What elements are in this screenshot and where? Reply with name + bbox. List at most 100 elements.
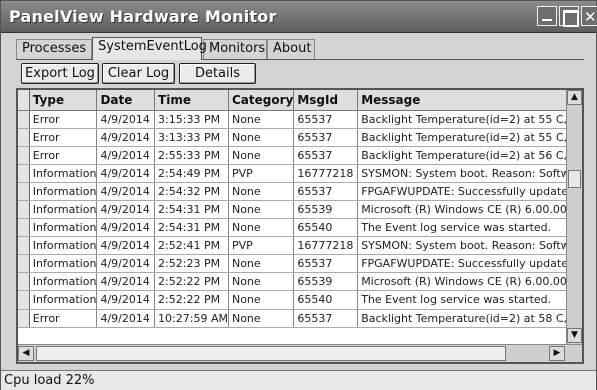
row-header[interactable] — [18, 218, 30, 238]
horizontal-scroll-thumb[interactable] — [36, 346, 506, 361]
cell-category: None — [228, 110, 295, 129]
horizontal-scrollbar[interactable]: ◀ ▶ — [18, 344, 582, 362]
maximize-button[interactable] — [559, 6, 579, 27]
table-body: Error 4/9/2014 3:15:33 PM None 65537 Backligh… — [18, 110, 582, 328]
cell-msgid: 65537 — [293, 309, 359, 328]
minimize-button[interactable] — [537, 6, 557, 26]
cell-type: Information — [29, 218, 98, 238]
column-header-msgid[interactable]: MsgId — [293, 90, 359, 111]
row-header[interactable] — [18, 110, 30, 129]
cell-category: PVP — [228, 164, 295, 183]
cell-message: Backlight Temperature(id=2) at 56 C, — [357, 146, 582, 165]
scroll-up-arrow-icon[interactable]: ▲ — [567, 90, 582, 105]
row-header-corner — [18, 90, 30, 111]
cell-time: 2:52:22 PM — [154, 272, 229, 292]
cell-date: 4/9/2014 — [96, 146, 156, 165]
cell-message: Backlight Temperature(id=2) at 55 C, — [357, 128, 582, 147]
column-header-date[interactable]: Date — [96, 90, 156, 111]
cell-msgid: 65537 — [293, 182, 359, 201]
row-header[interactable] — [18, 236, 30, 256]
cell-date: 4/9/2014 — [96, 128, 156, 147]
row-header[interactable] — [18, 309, 30, 328]
row-header[interactable] — [18, 128, 30, 147]
cell-time: 2:52:23 PM — [154, 254, 229, 274]
cell-category: None — [228, 182, 295, 201]
vertical-scroll-thumb[interactable] — [568, 170, 581, 188]
table-row[interactable]: Information 4/9/2014 2:52:22 PM None 65540 Th… — [18, 290, 582, 310]
details-button[interactable]: Details — [179, 63, 256, 84]
cell-category: None — [228, 200, 295, 220]
close-button[interactable] — [581, 6, 597, 27]
tab-systemeventlog[interactable]: SystemEventLog — [92, 37, 207, 60]
cell-msgid: 65537 — [293, 128, 359, 147]
column-header-type[interactable]: Type — [29, 90, 98, 111]
cell-msgid: 65539 — [293, 200, 359, 220]
table-row[interactable]: Information 4/9/2014 2:54:31 PM None 65540 Th… — [18, 218, 582, 238]
cell-category: None — [228, 309, 295, 328]
cell-type: Error — [29, 128, 98, 147]
cell-category: None — [228, 128, 295, 147]
cell-category: None — [228, 290, 295, 310]
cell-message: FPGAFWUPDATE: Successfully updated — [357, 254, 582, 274]
cell-date: 4/9/2014 — [96, 110, 156, 129]
vertical-scrollbar[interactable]: ▲ ▼ — [566, 90, 582, 344]
cell-message: The Event log service was started. — [357, 218, 582, 238]
event-log-table[interactable]: Type Date Time Category MsgId Message Er… — [16, 88, 584, 364]
table-row[interactable]: Information 4/9/2014 2:54:49 PM PVP 16777218… — [18, 164, 582, 183]
tab-about[interactable]: About — [267, 39, 315, 59]
scroll-left-arrow-icon[interactable]: ◀ — [18, 346, 34, 361]
cell-msgid: 65537 — [293, 146, 359, 165]
cell-message: The Event log service was started. — [357, 290, 582, 310]
cell-time: 3:15:33 PM — [154, 110, 229, 129]
table-row[interactable]: Information 4/9/2014 2:52:23 PM None 65537 FP… — [18, 254, 582, 274]
row-header[interactable] — [18, 200, 30, 220]
cell-date: 4/9/2014 — [96, 182, 156, 201]
cell-time: 10:27:59 AM — [154, 309, 229, 328]
cell-category: PVP — [228, 236, 295, 256]
table-row[interactable]: Error 4/9/2014 2:55:33 PM None 65537 Backligh… — [18, 146, 582, 165]
cell-date: 4/9/2014 — [96, 200, 156, 220]
cell-time: 2:52:22 PM — [154, 290, 229, 310]
clear-log-button[interactable]: Clear Log — [102, 63, 175, 84]
cell-type: Information — [29, 236, 98, 256]
column-header-message[interactable]: Message — [357, 90, 582, 111]
title-bar[interactable]: PanelView Hardware Monitor — [1, 1, 597, 33]
cell-type: Error — [29, 146, 98, 165]
table-row[interactable]: Error 4/9/2014 3:15:33 PM None 65537 Backligh… — [18, 110, 582, 129]
cell-type: Information — [29, 272, 98, 292]
column-header-time[interactable]: Time — [154, 90, 229, 111]
cell-type: Error — [29, 309, 98, 328]
scroll-down-arrow-icon[interactable]: ▼ — [567, 328, 582, 343]
cell-type: Information — [29, 254, 98, 274]
table-row[interactable]: Information 4/9/2014 2:52:41 PM PVP 16777218… — [18, 236, 582, 256]
tab-monitors[interactable]: Monitors — [203, 39, 267, 59]
cell-time: 2:52:41 PM — [154, 236, 229, 256]
table-row[interactable]: Information 4/9/2014 2:54:32 PM None 65537 FP… — [18, 182, 582, 201]
table-row[interactable]: Information 4/9/2014 2:54:31 PM None 65539 Mi… — [18, 200, 582, 220]
row-header[interactable] — [18, 254, 30, 274]
row-header[interactable] — [18, 272, 30, 292]
cell-type: Error — [29, 110, 98, 129]
row-header[interactable] — [18, 290, 30, 310]
cell-message: Microsoft (R) Windows CE (R) 6.00.0000 — [357, 272, 582, 292]
cell-date: 4/9/2014 — [96, 309, 156, 328]
row-header[interactable] — [18, 182, 30, 201]
cell-type: Information — [29, 182, 98, 201]
cell-message: Backlight Temperature(id=2) at 55 C, — [357, 110, 582, 129]
row-header[interactable] — [18, 146, 30, 165]
table-row[interactable]: Information 4/9/2014 2:52:22 PM None 65539 Mi… — [18, 272, 582, 292]
row-header[interactable] — [18, 164, 30, 183]
cell-date: 4/9/2014 — [96, 164, 156, 183]
tab-processes[interactable]: Processes — [16, 39, 92, 59]
column-header-category[interactable]: Category — [228, 90, 295, 111]
cell-msgid: 65537 — [293, 254, 359, 274]
export-log-button[interactable]: Export Log — [21, 63, 99, 84]
scroll-right-arrow-icon[interactable]: ▶ — [549, 346, 565, 361]
table-row[interactable]: Error 4/9/2014 3:13:33 PM None 65537 Backligh… — [18, 128, 582, 147]
window-title: PanelView Hardware Monitor — [9, 7, 277, 26]
table-row[interactable]: Error 4/9/2014 10:27:59 AM None 65537 Backlig… — [18, 309, 582, 328]
cell-time: 2:54:31 PM — [154, 200, 229, 220]
hardware-monitor-window: PanelView Hardware Monitor Processes Sys… — [0, 0, 597, 390]
cell-type: Information — [29, 290, 98, 310]
cell-date: 4/9/2014 — [96, 218, 156, 238]
